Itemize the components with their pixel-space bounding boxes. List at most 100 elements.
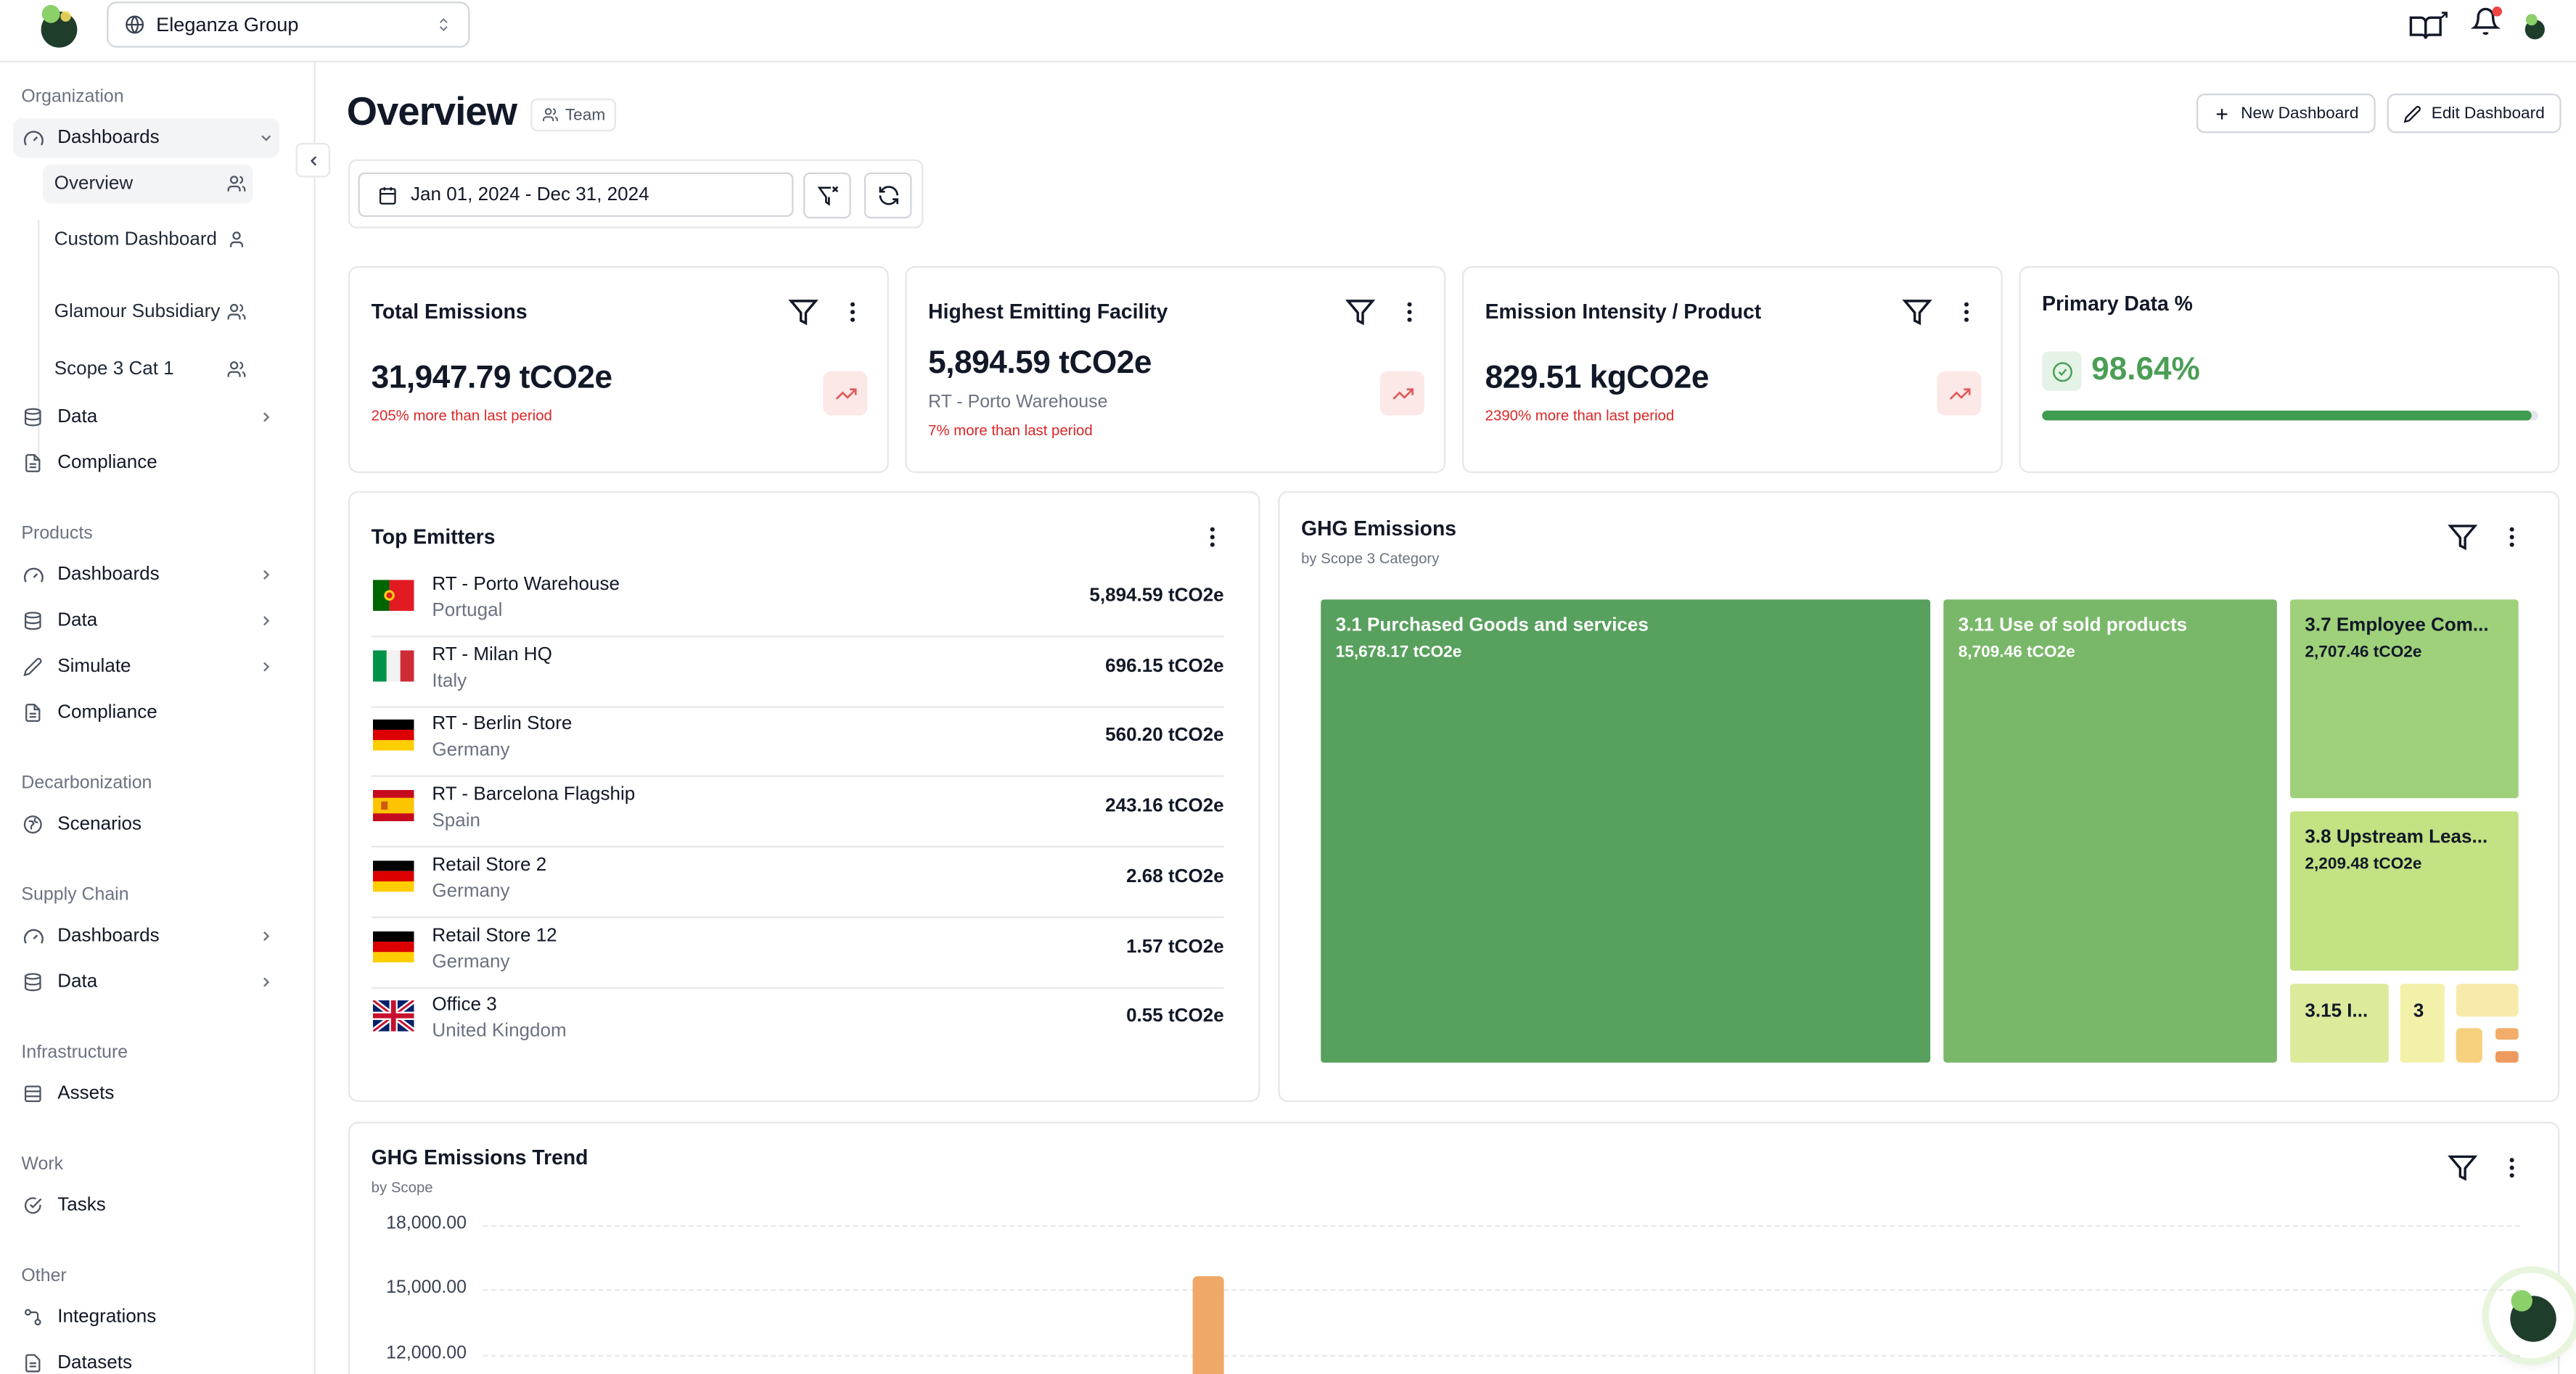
top-emitter-row[interactable]: RT - Berlin Store Germany 560.20 tCO2e [371, 707, 1224, 778]
kpi-change: 2390% more than last period [1485, 407, 1675, 424]
trending-up-icon [1392, 387, 1413, 399]
pencil-icon [2403, 104, 2421, 123]
treemap-tile-value: 8,709.46 tCO2e [1958, 643, 2075, 662]
emitter-country: Germany [432, 741, 510, 762]
sidebar-item-tasks[interactable]: Tasks [13, 1186, 279, 1225]
sidebar-item-integrations[interactable]: Integrations [13, 1298, 279, 1337]
sidebar-item-label: Simulate [57, 657, 131, 677]
app-logo[interactable] [36, 4, 79, 49]
treemap-tile[interactable]: 3 [2400, 984, 2445, 1063]
users-icon [220, 303, 253, 322]
sidebar-item-products-data[interactable]: Data [13, 601, 279, 641]
more-vertical-icon[interactable] [2499, 524, 2525, 550]
treemap-tile-small[interactable] [2495, 1028, 2519, 1040]
top-emitter-row[interactable]: RT - Milan HQ Italy 696.15 tCO2e [371, 637, 1224, 708]
filter-icon[interactable] [2448, 522, 2478, 552]
database-icon [17, 407, 49, 427]
date-range-picker[interactable]: Jan 01, 2024 - Dec 31, 2024 [358, 172, 794, 217]
ghg-emissions-treemap-card: GHG Emissions by Scope 3 Category 3.1 Pu… [1278, 490, 2560, 1103]
new-dashboard-button[interactable]: New Dashboard [2196, 94, 2376, 133]
y-axis-tick-label: 15,000.00 [386, 1278, 467, 1298]
filter-icon[interactable] [1345, 297, 1375, 327]
users-icon [543, 108, 558, 121]
clear-filter-button[interactable] [803, 172, 851, 219]
sidebar-subitem-scope-3-cat-1[interactable]: Scope 3 Cat 1 [43, 350, 253, 389]
treemap-tile[interactable]: 3.11 Use of sold products 8,709.46 tCO2e [1943, 599, 2277, 1063]
sidebar-item-assets[interactable]: Assets [13, 1074, 279, 1114]
more-vertical-icon[interactable] [840, 299, 866, 325]
trend-up-badge [823, 371, 868, 416]
top-emitter-row[interactable]: RT - Barcelona Flagship Spain 243.16 tCO2e [371, 777, 1224, 848]
sidebar-item-org-dashboards[interactable]: Dashboards [13, 118, 279, 158]
kpi-card-emission-intensity: Emission Intensity / Product 829.51 kgCO… [1461, 266, 2003, 474]
calendar-icon [379, 186, 396, 204]
kpi-card-highest-facility: Highest Emitting Facility 5,894.59 tCO2e… [905, 266, 1446, 474]
top-emitter-row[interactable]: Office 3 United Kingdom 0.55 tCO2e [372, 987, 1224, 1058]
sidebar-subitem-custom-dashboard[interactable]: Custom Dashboard [43, 213, 253, 266]
treemap-tile[interactable]: 3.15 I... [2290, 984, 2389, 1063]
treemap-tile-value: 2,209.48 tCO2e [2305, 855, 2422, 874]
user-avatar[interactable] [2524, 12, 2547, 39]
notification-dot [2492, 7, 2503, 17]
docs-book-icon[interactable] [2408, 11, 2448, 41]
sidebar-item-org-compliance[interactable]: Compliance [13, 443, 279, 482]
emitter-country: Germany [432, 951, 510, 972]
y-axis-tick-label: 12,000.00 [386, 1342, 467, 1362]
refresh-button[interactable] [864, 172, 912, 219]
trending-up-icon [1948, 387, 1970, 399]
more-vertical-icon[interactable] [1396, 299, 1422, 325]
sidebar-item-org-data[interactable]: Data [13, 398, 279, 437]
kpi-change: 7% more than last period [928, 421, 1093, 439]
more-vertical-icon[interactable] [1199, 524, 1226, 550]
sidebar-item-label: Datasets [57, 1353, 133, 1373]
more-vertical-icon[interactable] [2499, 1155, 2525, 1181]
treemap-tile[interactable]: 3.1 Purchased Goods and services 15,678.… [1321, 599, 1931, 1063]
organization-select[interactable]: Eleganza Group [107, 1, 470, 48]
sidebar-subitem-glamour-subsidiary[interactable]: Glamour Subsidiary [43, 286, 253, 338]
emitter-name: RT - Berlin Store [432, 715, 573, 735]
filter-icon[interactable] [788, 297, 819, 327]
treemap-tile-small[interactable] [2495, 1050, 2519, 1063]
collapse-sidebar-button[interactable] [295, 142, 331, 178]
treemap-tile-small[interactable] [2456, 984, 2519, 1017]
treemap-tile-value: 2,707.46 tCO2e [2305, 643, 2422, 662]
notifications-button[interactable] [2470, 7, 2503, 44]
treemap-tile[interactable]: 3.8 Upstream Leas... 2,209.48 tCO2e [2290, 811, 2519, 971]
sidebar-item-supply-dashboards[interactable]: Dashboards [13, 916, 279, 955]
refresh-icon [878, 186, 898, 205]
assistant-logo-icon [2510, 1290, 2556, 1342]
flag-spain-icon [372, 790, 414, 822]
chart-bar[interactable] [1192, 1276, 1224, 1374]
chevron-right-icon [253, 612, 279, 629]
emitter-value: 696.15 tCO2e [1105, 656, 1224, 677]
assistant-chat-button[interactable] [2488, 1272, 2575, 1359]
filter-icon[interactable] [2448, 1153, 2478, 1182]
chevron-up-down-icon [439, 18, 448, 31]
treemap-tile-small[interactable] [2456, 1028, 2482, 1063]
top-emitter-row[interactable]: Retail Store 2 Germany 2.68 tCO2e [371, 847, 1224, 918]
sidebar-item-scenarios[interactable]: Scenarios [13, 805, 279, 844]
filter-icon[interactable] [1902, 297, 1932, 327]
section-title-decarbonization: Decarbonization [21, 773, 152, 794]
emitter-value: 5,894.59 tCO2e [1089, 586, 1224, 606]
card-subtitle: by Scope [371, 1179, 433, 1196]
more-vertical-icon[interactable] [1953, 299, 1980, 325]
top-emitter-row[interactable]: RT - Porto Warehouse Portugal 5,894.59 tCO… [371, 567, 1224, 638]
sidebar-item-supply-data[interactable]: Data [13, 963, 279, 1002]
sidebar-item-datasets[interactable]: Datasets [13, 1344, 279, 1374]
treemap-tile-label: 3.1 Purchased Goods and services [1335, 616, 1649, 636]
card-title: Top Emitters [371, 525, 496, 549]
top-emitter-row[interactable]: Retail Store 12 Germany 1.57 tCO2e [371, 917, 1224, 988]
sidebar-item-products-dashboards[interactable]: Dashboards [13, 555, 279, 594]
sidebar-subitem-overview[interactable]: Overview [42, 164, 253, 204]
emitter-value: 1.57 tCO2e [1126, 937, 1224, 957]
top-emitters-card: Top Emitters RT - Porto Warehouse Portuga… [348, 490, 1260, 1103]
sidebar-item-products-compliance[interactable]: Compliance [13, 693, 279, 732]
card-subtitle: by Scope 3 Category [1301, 550, 1440, 567]
kpi-location: RT - Porto Warehouse [928, 392, 1108, 413]
edit-dashboard-button[interactable]: Edit Dashboard [2387, 94, 2561, 133]
section-title-supply-chain: Supply Chain [21, 885, 129, 905]
sidebar-item-products-simulate[interactable]: Simulate [13, 647, 279, 686]
emitter-value: 243.16 tCO2e [1105, 797, 1224, 817]
treemap-tile[interactable]: 3.7 Employee Com... 2,707.46 tCO2e [2290, 599, 2519, 799]
